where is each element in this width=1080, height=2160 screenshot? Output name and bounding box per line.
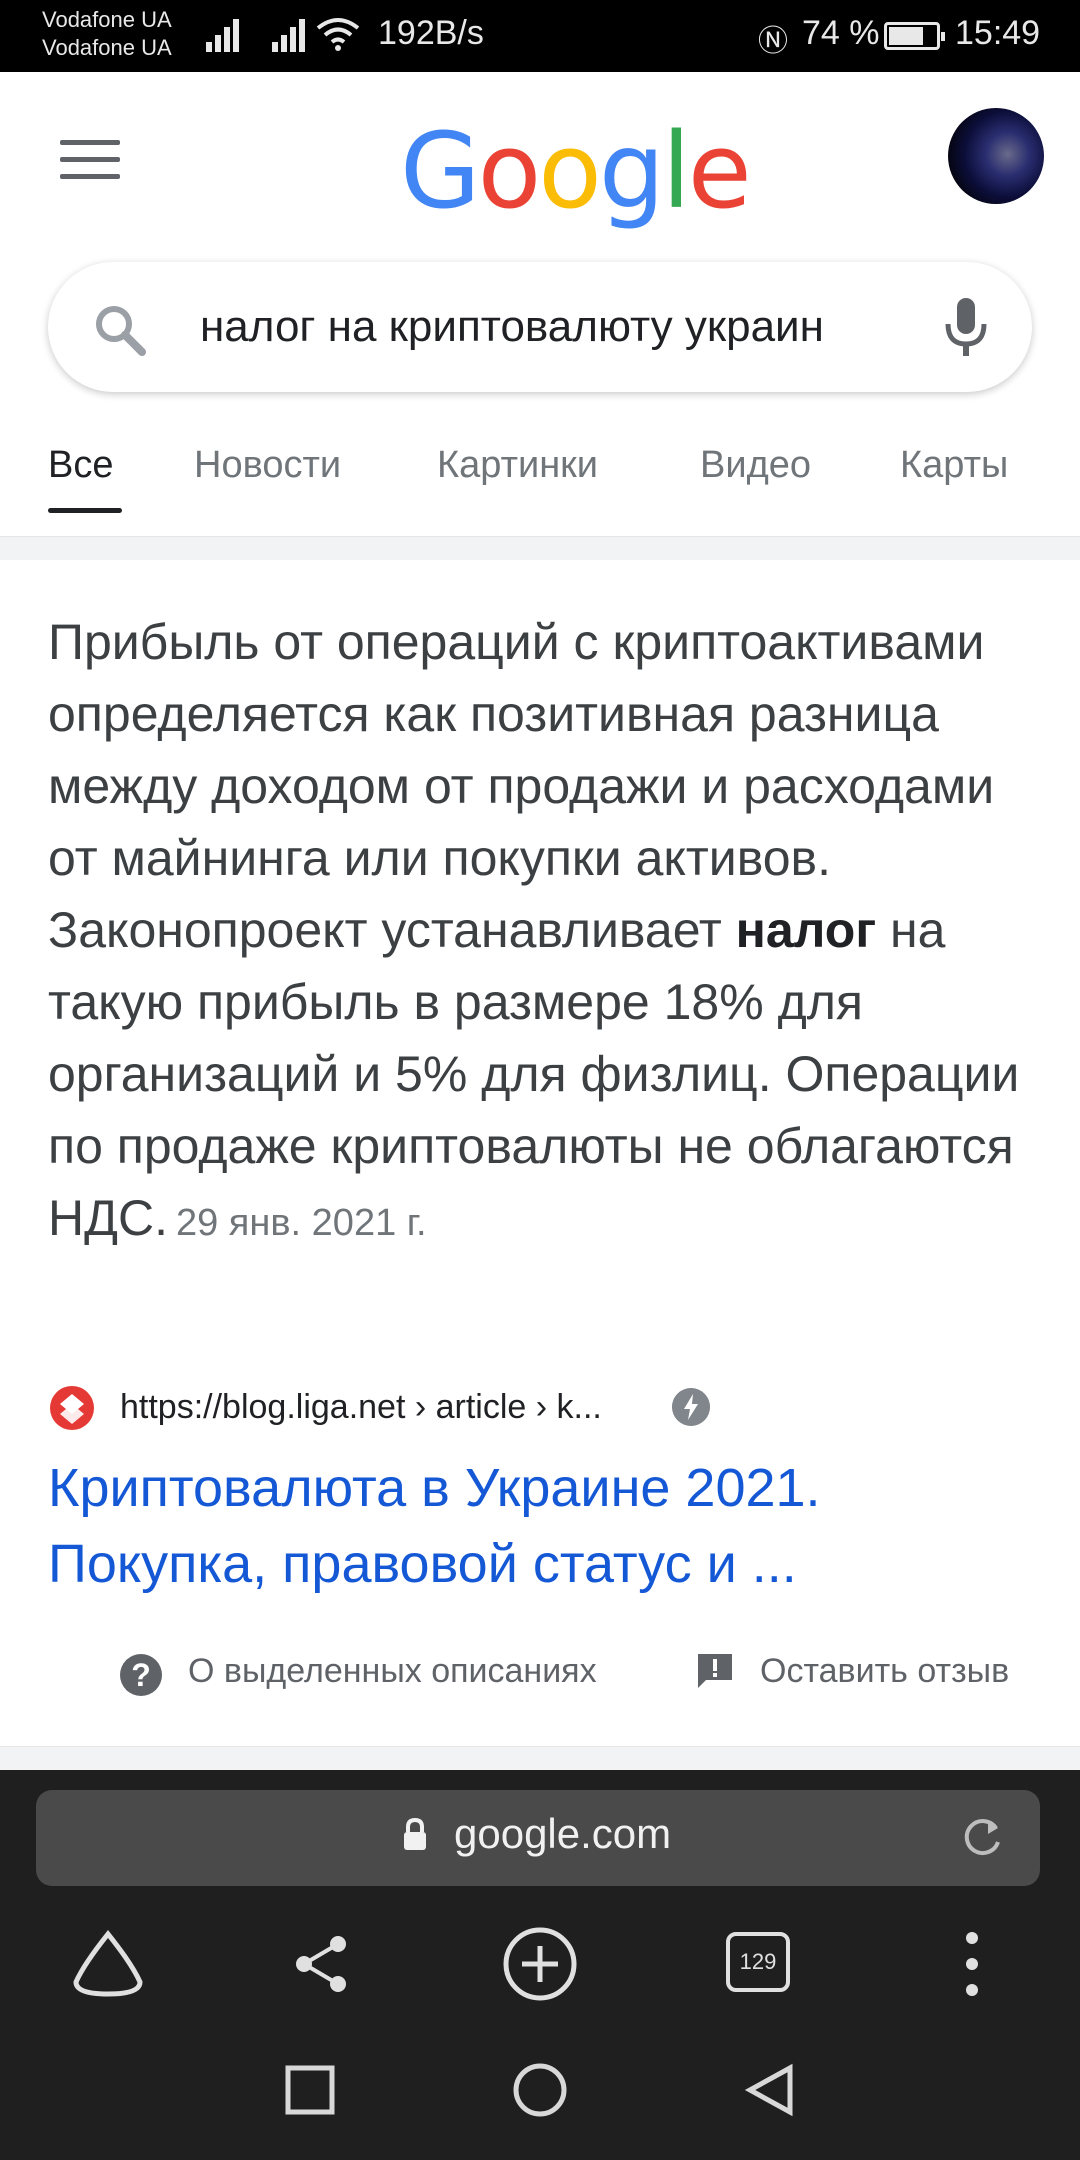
tab-news[interactable]: Новости — [194, 444, 341, 487]
carrier-names: Vodafone UA Vodafone UA — [42, 6, 172, 62]
microphone-icon[interactable] — [936, 294, 996, 360]
result-url[interactable]: https://blog.liga.net › article › k... — [120, 1388, 602, 1427]
new-tab-plus-icon[interactable] — [500, 1924, 580, 2004]
divider — [0, 536, 1080, 560]
more-vert-icon[interactable] — [932, 1924, 1012, 2004]
search-tabs: Все Новости Картинки Видео Карты — [0, 430, 1080, 514]
signal-icon-2 — [272, 19, 305, 52]
reload-icon[interactable] — [960, 1814, 1006, 1860]
battery-icon — [884, 22, 945, 50]
search-box[interactable]: налог на криптовалюту украин — [48, 262, 1032, 392]
status-bar: Vodafone UA Vodafone UA 192B/s Ⓝ 74 % 15… — [0, 0, 1080, 72]
signal-icon — [206, 19, 239, 52]
snippet-footer: ? О выделенных описаниях Оставить отзыв — [0, 1642, 1080, 1698]
feedback-icon[interactable] — [696, 1652, 734, 1690]
about-snippets-link[interactable]: О выделенных описаниях — [188, 1652, 597, 1691]
tab-images[interactable]: Картинки — [437, 444, 598, 487]
search-input[interactable]: налог на криптовалюту украин — [200, 302, 960, 352]
alice-assistant-icon[interactable] — [68, 1924, 148, 2004]
search-icon[interactable] — [90, 300, 150, 360]
share-icon[interactable] — [282, 1924, 362, 2004]
tab-video[interactable]: Видео — [700, 444, 811, 487]
amp-lightning-icon — [672, 1388, 710, 1426]
feedback-link[interactable]: Оставить отзыв — [760, 1652, 1009, 1691]
recents-square-icon[interactable] — [280, 2060, 340, 2120]
carrier-1: Vodafone UA — [42, 7, 172, 32]
liga-favicon-icon — [50, 1386, 94, 1430]
snippet-date: 29 янв. 2021 г. — [175, 1202, 427, 1244]
active-tab-indicator — [48, 508, 122, 513]
divider — [0, 1746, 1080, 1770]
help-icon[interactable]: ? — [120, 1654, 162, 1696]
result-source[interactable]: https://blog.liga.net › article › k... — [48, 1384, 1028, 1432]
wifi-icon — [316, 18, 360, 51]
tabs-counter-button[interactable]: 129 — [718, 1924, 798, 2004]
clock: 15:49 — [955, 14, 1041, 52]
home-circle-icon[interactable] — [510, 2060, 570, 2120]
address-bar[interactable]: google.com — [36, 1790, 1040, 1886]
nfc-icon: Ⓝ — [758, 25, 788, 58]
back-triangle-icon[interactable] — [740, 2060, 800, 2120]
account-avatar[interactable] — [948, 108, 1044, 204]
network-speed: 192B/s — [378, 14, 484, 52]
hamburger-menu-icon[interactable] — [60, 140, 120, 186]
tab-all[interactable]: Все — [48, 444, 113, 487]
lock-icon — [404, 1818, 426, 1850]
result-title-link[interactable]: Криптовалюта в Украине 2021. Покупка, пр… — [48, 1450, 1038, 1602]
featured-snippet-text: Прибыль от операций с криптоактивами опр… — [48, 614, 1020, 1246]
google-logo[interactable]: Google — [400, 110, 752, 232]
tab-maps[interactable]: Карты — [900, 444, 1008, 487]
carrier-2: Vodafone UA — [42, 35, 172, 60]
battery-percent: 74 % — [802, 14, 880, 52]
address-domain[interactable]: google.com — [454, 1810, 671, 1858]
tab-count: 129 — [726, 1932, 790, 1992]
